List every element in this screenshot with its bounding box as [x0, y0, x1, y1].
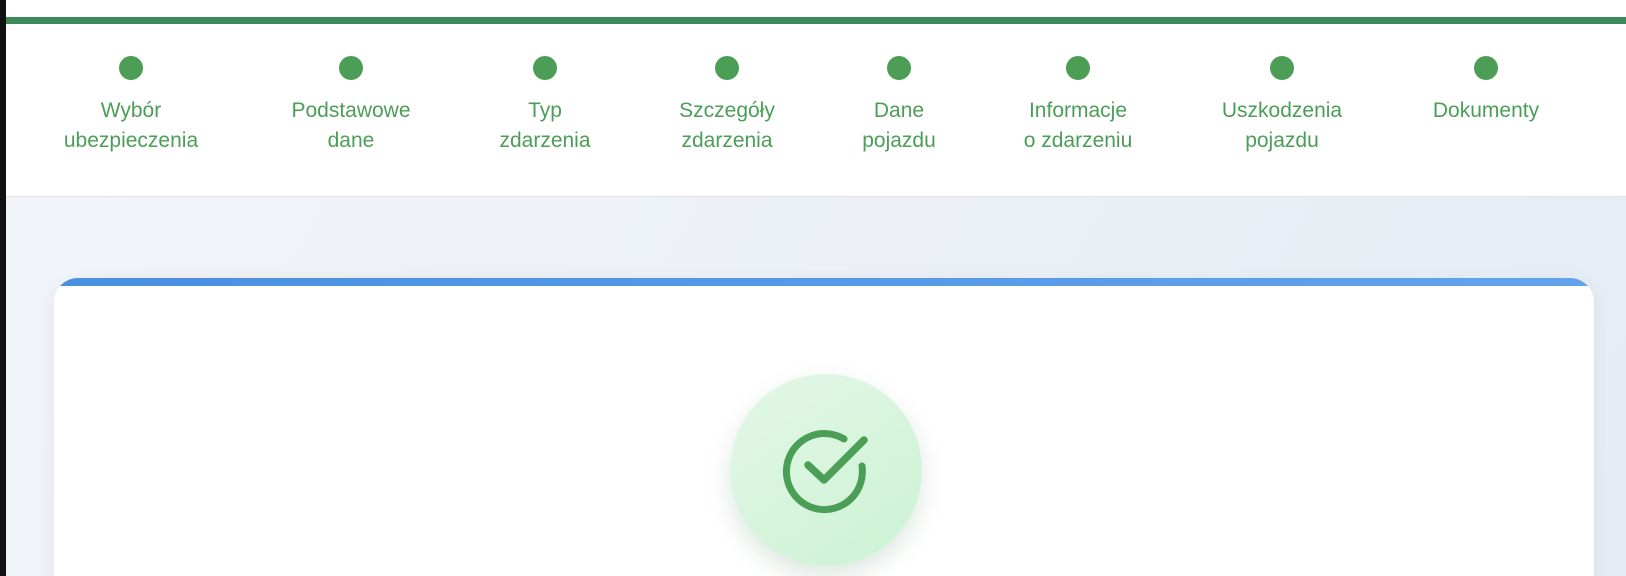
step-completed-dot: [715, 56, 739, 80]
step-completed-dot: [1066, 56, 1090, 80]
success-badge: [730, 374, 922, 566]
step-label: Typ zdarzenia: [499, 99, 591, 152]
step-informacje-o-zdarzeniu[interactable]: Informacje o zdarzeniu: [993, 56, 1163, 156]
step-label: Informacje o zdarzeniu: [1023, 99, 1133, 152]
step-label: Uszkodzenia pojazdu: [1221, 99, 1343, 152]
step-dokumenty[interactable]: Dokumenty: [1401, 56, 1571, 126]
step-typ-zdarzenia[interactable]: Typ zdarzenia: [460, 56, 630, 156]
step-label: Podstawowe dane: [291, 99, 411, 152]
step-label: Dane pojazdu: [862, 99, 936, 152]
step-label: Wybór ubezpieczenia: [63, 99, 199, 152]
step-uszkodzenia-pojazdu[interactable]: Uszkodzenia pojazdu: [1197, 56, 1367, 156]
step-szczegoly-zdarzenia[interactable]: Szczegóły zdarzenia: [642, 56, 812, 156]
confirmation-card: [54, 278, 1594, 576]
page-viewport: Wybór ubezpieczenia Podstawowe dane Typ …: [6, 0, 1626, 576]
step-label: Dokumenty: [1432, 99, 1540, 122]
check-circle-icon: [782, 430, 868, 514]
step-label: Szczegóły zdarzenia: [679, 99, 775, 152]
step-completed-dot: [1474, 56, 1498, 80]
step-completed-dot: [119, 56, 143, 80]
step-dane-pojazdu[interactable]: Dane pojazdu: [814, 56, 984, 156]
step-wybor-ubezpieczenia[interactable]: Wybór ubezpieczenia: [46, 56, 216, 156]
progress-stepper: Wybór ubezpieczenia Podstawowe dane Typ …: [6, 0, 1626, 197]
card-accent-bar: [54, 278, 1594, 286]
step-completed-dot: [1270, 56, 1294, 80]
step-completed-dot: [339, 56, 363, 80]
step-podstawowe-dane[interactable]: Podstawowe dane: [266, 56, 436, 156]
steps-list: Wybór ubezpieczenia Podstawowe dane Typ …: [6, 0, 1626, 197]
step-completed-dot: [887, 56, 911, 80]
step-completed-dot: [533, 56, 557, 80]
